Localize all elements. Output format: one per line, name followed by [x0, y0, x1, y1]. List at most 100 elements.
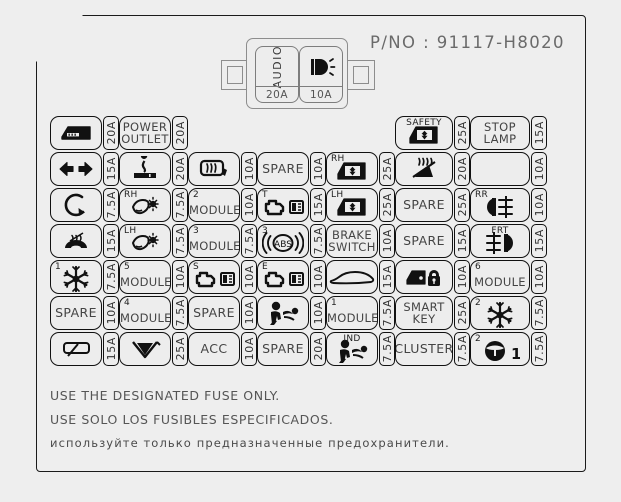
- fuse-sup-label: 1: [55, 262, 62, 272]
- fuse-amp-label: 10A: [532, 193, 546, 217]
- module-fuse-headlamp[interactable]: 10A: [299, 46, 343, 103]
- fuse-slot-c1-r1[interactable]: [50, 116, 102, 150]
- fuse-amp-label: 20A: [455, 157, 469, 181]
- fuse-slot-c4-r7[interactable]: SPARE: [257, 332, 309, 366]
- fuse-amp-c6-r4: 15A: [454, 224, 470, 258]
- fuse-slot-c7-r5[interactable]: 6 MODULE: [470, 260, 530, 294]
- fuse-slot-c1-r3[interactable]: [50, 188, 102, 222]
- fuse-amp-label: 25A: [380, 193, 394, 217]
- svg-text:ABS: ABS: [274, 240, 292, 250]
- fuse-slot-c7-r2[interactable]: [470, 152, 530, 186]
- fuse-slot-c4-r4[interactable]: 3 ABS: [257, 224, 309, 258]
- fuse-slot-c1-r4[interactable]: [50, 224, 102, 258]
- legend-line-en: USE THE DESIGNATED FUSE ONLY.: [50, 388, 280, 403]
- fuse-slot-c6-r4[interactable]: SPARE: [395, 224, 453, 258]
- fuse-label: SPARE: [262, 341, 304, 357]
- fuse-amp-c7-r1: 15A: [531, 116, 547, 150]
- car-body-icon: [328, 267, 376, 287]
- fuse-slot-c1-r5[interactable]: 1: [50, 260, 102, 294]
- fuse-slot-c1-r7[interactable]: [50, 332, 102, 366]
- fuse-slot-c3-r7[interactable]: ACC: [188, 332, 240, 366]
- fuse-amp-c1-r7: 15A: [103, 332, 119, 366]
- fuse-slot-c6-r3[interactable]: SPARE: [395, 188, 453, 222]
- fuse-slot-c3-r3[interactable]: 2 MODULE: [188, 188, 240, 222]
- fuse-label: SPARE: [193, 305, 235, 321]
- fuse-module-label: MODULE: [189, 239, 240, 253]
- fuse-amp-label: 7.5A: [380, 335, 394, 363]
- fuse-amp-label: 20A: [311, 337, 325, 361]
- fuse-amp-label: 15A: [104, 157, 118, 181]
- legend-line-ru: используйте только предназначенные предо…: [50, 436, 450, 450]
- fuse-amp-c2-r4: 7.5A: [172, 224, 188, 258]
- fuse-amp-label: 10A: [311, 157, 325, 181]
- fuse-slot-c5-r5[interactable]: [326, 260, 378, 294]
- fuse-amp-c2-r5: 10A: [172, 260, 188, 294]
- fuse-amp-c4-r3: 15A: [310, 188, 326, 222]
- fuse-slot-c2-r3[interactable]: RH: [119, 188, 171, 222]
- fuse-slot-c2-r6[interactable]: 4 MODULE: [119, 296, 171, 330]
- fuse-slot-c6-r5[interactable]: [395, 260, 453, 294]
- fuse-amp-c6-r6: 25A: [454, 296, 470, 330]
- fuse-slot-c4-r3[interactable]: T: [257, 188, 309, 222]
- fuse-sup-label: 2: [193, 190, 200, 200]
- fuse-module-label: MODULE: [327, 311, 378, 325]
- fuse-slot-c7-r4[interactable]: FRT: [470, 224, 530, 258]
- fuse-sup-label: LH: [331, 190, 344, 200]
- fuse-slot-c3-r5[interactable]: S: [188, 260, 240, 294]
- fuse-amp-c3-r5: 10A: [241, 260, 257, 294]
- fuse-slot-c5-r4[interactable]: BRAKE SWITCH: [326, 224, 378, 258]
- rear-wiper-icon: [58, 338, 94, 360]
- fuse-slot-c4-r2[interactable]: SPARE: [257, 152, 309, 186]
- fuse-amp-label: 7.5A: [455, 335, 469, 363]
- fuse-label: ACC: [200, 341, 228, 357]
- fuse-slot-c2-r1[interactable]: POWER OUTLET: [119, 116, 171, 150]
- fuse-amp-label: 7.5A: [532, 335, 546, 363]
- fuse-slot-c2-r4[interactable]: LH: [119, 224, 171, 258]
- module-fuse-audio-body: AUDIO: [256, 45, 298, 89]
- fuse-slot-c6-r6[interactable]: SMART KEY: [395, 296, 453, 330]
- fuse-slot-c6-r1[interactable]: SAFETY: [395, 116, 453, 150]
- fuse-slot-c5-r2[interactable]: RH: [326, 152, 378, 186]
- fuse-amp-label: 10A: [380, 229, 394, 253]
- fuse-sup-label: RH: [331, 154, 345, 164]
- fuse-slot-c2-r7[interactable]: [119, 332, 171, 366]
- fuse-box-diagram: P/NO : 91117-H8020 AUDIO 20A 10A 20A 15A…: [0, 0, 621, 502]
- fuse-slot-c4-r5[interactable]: E: [257, 260, 309, 294]
- fuse-slot-c7-r1[interactable]: STOP LAMP: [470, 116, 530, 150]
- fuse-sup-label: 4: [124, 298, 131, 308]
- airbag-icon: [266, 299, 300, 327]
- fuse-slot-c6-r7[interactable]: CLUSTER: [395, 332, 453, 366]
- fuse-slot-c5-r7[interactable]: IND: [326, 332, 378, 366]
- fuse-amp-label: 10A: [173, 265, 187, 289]
- fuse-sup-label: FRT: [491, 226, 509, 236]
- fuse-slot-c7-r3[interactable]: RR: [470, 188, 530, 222]
- fuse-slot-c2-r2[interactable]: [119, 152, 171, 186]
- fuse-sup-label: T: [262, 190, 268, 200]
- fuse-slot-c4-r6[interactable]: [257, 296, 309, 330]
- fuse-slot-c7-r7[interactable]: 2 1: [470, 332, 530, 366]
- fuse-sup-label: RH: [124, 190, 138, 200]
- fuse-slot-c3-r6[interactable]: SPARE: [188, 296, 240, 330]
- fuse-amp-label: 7.5A: [173, 299, 187, 327]
- fuse-slot-c2-r5[interactable]: 5 MODULE: [119, 260, 171, 294]
- fuse-amp-label: 10A: [532, 157, 546, 181]
- fuse-slot-c1-r6[interactable]: SPARE: [50, 296, 102, 330]
- fuse-label: SMART KEY: [403, 299, 445, 326]
- fuse-amp-c5-r4: 10A: [379, 224, 395, 258]
- fuse-slot-c5-r6[interactable]: 1 MODULE: [326, 296, 378, 330]
- module-fuse-audio[interactable]: AUDIO 20A: [255, 45, 299, 103]
- fuse-slot-c5-r3[interactable]: LH: [326, 188, 378, 222]
- fuse-amp-label: 20A: [104, 121, 118, 145]
- fuse-slot-c6-r2[interactable]: [395, 152, 453, 186]
- fuse-amp-label: 10A: [311, 301, 325, 325]
- fuse-sup-label: 3: [193, 226, 200, 236]
- fuse-amp-c7-r2: 10A: [531, 152, 547, 186]
- fuse-sup-label: LH: [124, 226, 137, 236]
- fuse-slot-c1-r2[interactable]: [50, 152, 102, 186]
- fuse-slot-c3-r4[interactable]: 3 MODULE: [188, 224, 240, 258]
- snowflake-icon: [486, 301, 514, 329]
- fuse-slot-c3-r2[interactable]: [188, 152, 240, 186]
- fuse-amp-c4-r6: 10A: [310, 296, 326, 330]
- module-fuse-audio-label: AUDIO: [270, 45, 284, 89]
- fuse-slot-c7-r6[interactable]: 2: [470, 296, 530, 330]
